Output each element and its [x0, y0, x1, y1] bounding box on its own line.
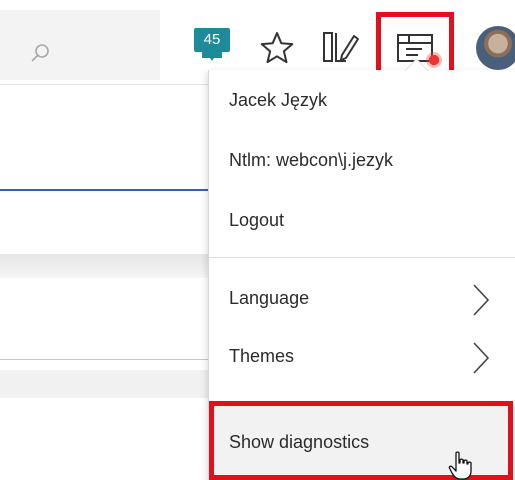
star-icon[interactable]: [259, 30, 295, 66]
menu-divider: [209, 257, 515, 258]
chevron-right-icon: [473, 342, 490, 374]
avatar[interactable]: [476, 26, 515, 70]
hand-cursor-icon: [448, 451, 472, 480]
notification-icon: [202, 52, 222, 61]
chevron-right-icon: [473, 284, 490, 316]
background-divider: [0, 359, 208, 360]
panel-edit-icon[interactable]: [322, 30, 360, 64]
background-band: [0, 254, 208, 278]
notification-count-badge: 45: [194, 28, 230, 52]
background-tab-underline: [0, 189, 208, 191]
logout-item[interactable]: Logout: [229, 208, 284, 232]
search-box[interactable]: [0, 10, 160, 80]
search-icon: [31, 44, 49, 62]
language-item[interactable]: Language: [229, 286, 309, 310]
page: 45 Jacek Język Ntlm: webcon\j.jezyk Logo…: [0, 0, 515, 480]
themes-item[interactable]: Themes: [229, 344, 294, 368]
notifications-button[interactable]: 45: [194, 28, 234, 68]
user-name: Jacek Język: [229, 90, 328, 110]
background-band-lower: [0, 370, 208, 398]
login-name: Ntlm: webcon\j.jezyk: [229, 150, 394, 170]
